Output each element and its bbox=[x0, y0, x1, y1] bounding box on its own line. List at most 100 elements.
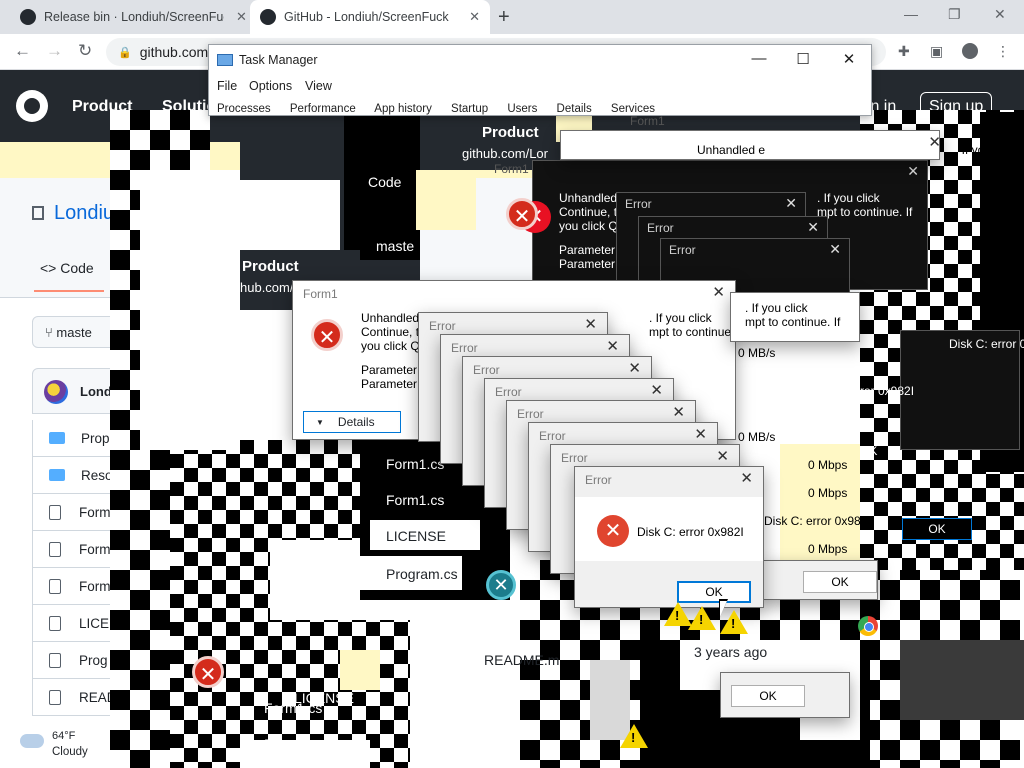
glitch-text: Form1 bbox=[630, 114, 665, 128]
glitch-text: LICENSE bbox=[294, 690, 354, 706]
glitch-block bbox=[340, 650, 380, 690]
glitch-text: 0 Mbps bbox=[808, 542, 848, 556]
error-icon: ✕ bbox=[311, 319, 343, 351]
tab-users[interactable]: Users bbox=[507, 103, 537, 115]
back-icon[interactable]: ← bbox=[14, 41, 31, 61]
close-icon[interactable]: ✕ bbox=[928, 133, 941, 151]
close-icon[interactable]: ✕ bbox=[839, 50, 859, 68]
warning-icon bbox=[688, 606, 716, 630]
close-icon[interactable]: ✕ bbox=[712, 283, 725, 301]
glitch-text: Form1.cs bbox=[386, 492, 445, 508]
task-manager-window: Task Manager — ☐ ✕ File Options View Pro… bbox=[208, 44, 872, 116]
ok-button[interactable]: OK bbox=[860, 444, 877, 458]
minimize-icon[interactable]: — bbox=[904, 6, 918, 22]
error-message: Disk C: error 0x982I bbox=[637, 525, 744, 539]
close-icon[interactable]: ✕ bbox=[907, 163, 919, 180]
menu-icon[interactable]: ⋮ bbox=[996, 43, 1012, 59]
glitch-block bbox=[900, 640, 1024, 720]
glitch-text: Form1 bbox=[494, 162, 529, 176]
file-icon bbox=[49, 541, 61, 557]
error-dialog-dark: Disk C: error 0x982I bbox=[900, 330, 1024, 450]
weather-temp: 64°F bbox=[52, 730, 76, 742]
task-manager-icon bbox=[217, 54, 233, 66]
tab-github-repo[interactable]: GitHub - Londiuh/ScreenFuck ✕ bbox=[250, 0, 490, 34]
reload-icon[interactable]: ↻ bbox=[78, 41, 92, 61]
github-logo-icon[interactable] bbox=[16, 90, 48, 122]
profile-icon[interactable] bbox=[962, 43, 978, 59]
lock-icon: 🔒 bbox=[118, 46, 132, 59]
tab-code[interactable]: <> Code bbox=[40, 260, 94, 276]
tab-performance[interactable]: Performance bbox=[290, 103, 356, 115]
ok-button[interactable]: OK bbox=[902, 518, 972, 540]
close-circle-icon: ✕ bbox=[486, 570, 516, 600]
close-icon[interactable]: ✕ bbox=[606, 337, 619, 355]
weather-condition: Cloudy bbox=[52, 746, 88, 758]
weather-widget[interactable]: 64°F Cloudy bbox=[16, 726, 106, 768]
glitch-text: Program.cs bbox=[386, 566, 458, 582]
close-icon[interactable]: ✕ bbox=[628, 359, 641, 377]
glitch-block bbox=[416, 170, 476, 230]
glitch-text: 3 years ago bbox=[694, 644, 768, 660]
file-icon bbox=[49, 652, 61, 668]
details-button[interactable]: Details bbox=[303, 411, 401, 433]
url-text: github.com bbox=[139, 44, 209, 60]
glitch-text: Code bbox=[368, 174, 402, 190]
new-tab-button[interactable]: + bbox=[498, 6, 510, 29]
close-icon[interactable]: ✕ bbox=[716, 447, 729, 465]
github-icon bbox=[20, 9, 36, 25]
tab-details[interactable]: Details bbox=[557, 103, 592, 115]
close-icon[interactable]: ✕ bbox=[829, 241, 841, 258]
avatar[interactable] bbox=[44, 380, 68, 404]
error-icon: ✕ bbox=[597, 515, 629, 547]
error-dialog-partial: OK bbox=[720, 672, 850, 718]
menu-file[interactable]: File bbox=[217, 79, 237, 93]
close-icon[interactable]: ✕ bbox=[694, 425, 707, 443]
dialog-title: Form1 bbox=[303, 287, 338, 301]
branch-icon: ⑂ bbox=[45, 325, 57, 340]
glitch-text: LICENSE bbox=[386, 528, 446, 544]
error-text: rror 0x982I bbox=[856, 384, 915, 398]
dialog-title: Error bbox=[585, 473, 612, 487]
active-tab-indicator bbox=[34, 290, 104, 292]
tab-app-history[interactable]: App history bbox=[374, 103, 432, 115]
menu-options[interactable]: Options bbox=[249, 79, 292, 93]
close-icon[interactable]: ✕ bbox=[236, 9, 247, 25]
ok-button[interactable]: OK bbox=[731, 685, 805, 707]
glitch-text: maste bbox=[376, 238, 415, 254]
menu-view[interactable]: View bbox=[305, 79, 332, 93]
tab-release-bin[interactable]: Release bin · Londiuh/ScreenFuck ✕ bbox=[10, 0, 257, 34]
folder-icon bbox=[49, 469, 65, 481]
ok-button[interactable]: OK bbox=[677, 581, 751, 603]
tab-title: Release bin · Londiuh/ScreenFuck bbox=[44, 10, 224, 24]
close-icon[interactable]: ✕ bbox=[785, 195, 797, 212]
close-icon[interactable]: ✕ bbox=[672, 403, 685, 421]
glitch-text: github.com/Lor bbox=[462, 146, 548, 161]
glitch-text: Product bbox=[242, 258, 299, 275]
dialog-body: ✕ Disk C: error 0x982I bbox=[575, 497, 763, 561]
close-icon[interactable]: ✕ bbox=[650, 381, 663, 399]
restore-icon[interactable]: ❐ bbox=[948, 6, 961, 23]
close-window-icon[interactable]: ✕ bbox=[994, 6, 1006, 23]
close-icon[interactable]: ✕ bbox=[807, 219, 819, 236]
tab-title: GitHub - Londiuh/ScreenFuck bbox=[284, 10, 449, 24]
folder-icon bbox=[49, 432, 65, 444]
maximize-icon[interactable]: ☐ bbox=[793, 50, 813, 68]
close-icon[interactable]: ✕ bbox=[469, 9, 480, 25]
minimize-icon[interactable]: — bbox=[749, 50, 769, 67]
branch-select[interactable]: ⑂ maste bbox=[32, 316, 122, 348]
error-icon: ✕ bbox=[506, 198, 538, 230]
sidepanel-icon[interactable]: ▣ bbox=[930, 43, 946, 59]
tab-processes[interactable]: Processes bbox=[217, 103, 271, 115]
extensions-icon[interactable]: ✚ bbox=[898, 43, 914, 59]
warning-icon bbox=[620, 724, 648, 748]
github-icon bbox=[260, 9, 276, 25]
close-icon[interactable]: ✕ bbox=[740, 469, 753, 487]
ok-button[interactable]: OK bbox=[803, 571, 877, 593]
code-icon: <> bbox=[40, 260, 57, 276]
task-manager-tabs: Processes Performance App history Startu… bbox=[217, 103, 671, 115]
file-icon bbox=[49, 578, 61, 594]
tab-startup[interactable]: Startup bbox=[451, 103, 488, 115]
close-icon[interactable]: ✕ bbox=[584, 315, 597, 333]
glitch-text: 0 Mbps bbox=[808, 458, 848, 472]
forward-icon[interactable]: → bbox=[46, 41, 63, 61]
